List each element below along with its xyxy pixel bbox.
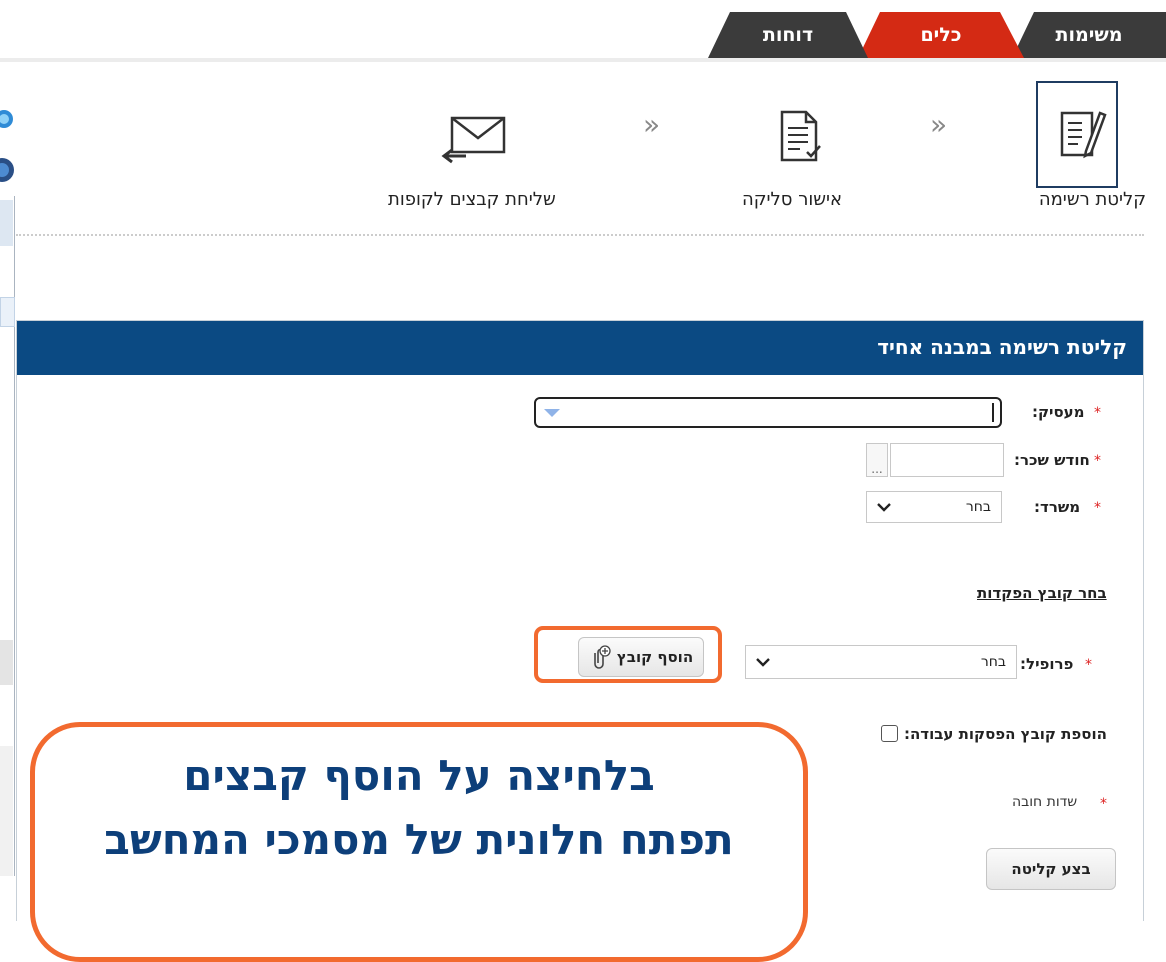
profile-select-value: בחר (980, 654, 1006, 670)
month-picker-button[interactable]: ... (866, 443, 888, 477)
callout-line-1: בלחיצה על הוסף קבצים (183, 751, 655, 800)
document-check-icon[interactable] (776, 108, 824, 164)
profile-select[interactable]: בחר (745, 645, 1017, 679)
step-send-files-label[interactable]: שליחת קבצים לקופות (388, 189, 556, 210)
employer-label: מעסיק: (1032, 403, 1085, 421)
globe-icon (0, 158, 14, 182)
step-import-list-icon-box[interactable] (1036, 81, 1118, 188)
dropdown-arrow-icon[interactable] (544, 409, 560, 419)
tab-tools-label: כלים (920, 24, 962, 46)
submit-import-button[interactable]: בצע קליטה (986, 848, 1116, 890)
required-mark: * (1094, 500, 1101, 516)
required-mark: * (1085, 657, 1092, 673)
steps-divider (16, 234, 1144, 236)
window-field (0, 297, 15, 327)
salary-month-label: חודש שכר: (1014, 451, 1090, 469)
step-separator-icon: « (643, 108, 661, 141)
edit-document-icon (1060, 111, 1107, 159)
employer-combobox[interactable] (534, 397, 1002, 428)
tab-reports-label: דוחות (762, 24, 814, 46)
step-separator-icon: « (930, 108, 948, 141)
panel-title: קליטת רשימה במבנה אחיד (877, 335, 1127, 359)
required-mark: * (1094, 405, 1101, 421)
tab-reports[interactable]: דוחות (708, 12, 868, 58)
panel-header: קליטת רשימה במבנה אחיד (17, 321, 1143, 375)
window-panel (0, 640, 13, 685)
tab-bar-underline (0, 58, 1166, 62)
instruction-callout: בלחיצה על הוסף קבצים תפתח חלונית של מסמכ… (30, 722, 808, 962)
add-work-stop-file-label: הוספת קובץ הפסקות עבודה: (904, 725, 1107, 743)
window-footer (0, 746, 13, 876)
tab-tasks-label: משימות (1055, 24, 1123, 46)
required-mark: * (1094, 453, 1101, 469)
callout-line-2: תפתח חלונית של מסמכי המחשב (104, 815, 734, 864)
select-deposit-file-link[interactable]: בחר קובץ הפקדות (977, 584, 1107, 602)
submit-import-button-label: בצע קליטה (1011, 860, 1091, 878)
tab-tasks[interactable]: משימות (1012, 12, 1166, 58)
required-fields-note: שדות חובה (1012, 794, 1078, 810)
salary-month-input[interactable] (890, 443, 1004, 477)
step-clearing-approval-label[interactable]: אישור סליקה (742, 189, 842, 210)
ministry-select-value: בחר (965, 499, 991, 515)
add-work-stop-file-checkbox[interactable] (881, 725, 898, 742)
ie-icon (0, 110, 13, 128)
ministry-label: משרד: (1034, 498, 1081, 516)
profile-label: פרופיל: (1020, 655, 1074, 673)
text-cursor (992, 403, 994, 422)
add-file-highlight (534, 626, 722, 683)
tab-tools[interactable]: כלים (858, 12, 1024, 58)
ministry-select[interactable]: בחר (866, 491, 1002, 523)
window-toolbar (0, 200, 13, 246)
step-import-list-label[interactable]: קליטת רשימה (1039, 189, 1146, 210)
chevron-down-icon (877, 503, 891, 512)
chevron-down-icon (756, 658, 770, 667)
required-mark: * (1100, 796, 1107, 812)
send-mail-icon[interactable] (438, 112, 510, 164)
background-window-edge (0, 100, 15, 876)
